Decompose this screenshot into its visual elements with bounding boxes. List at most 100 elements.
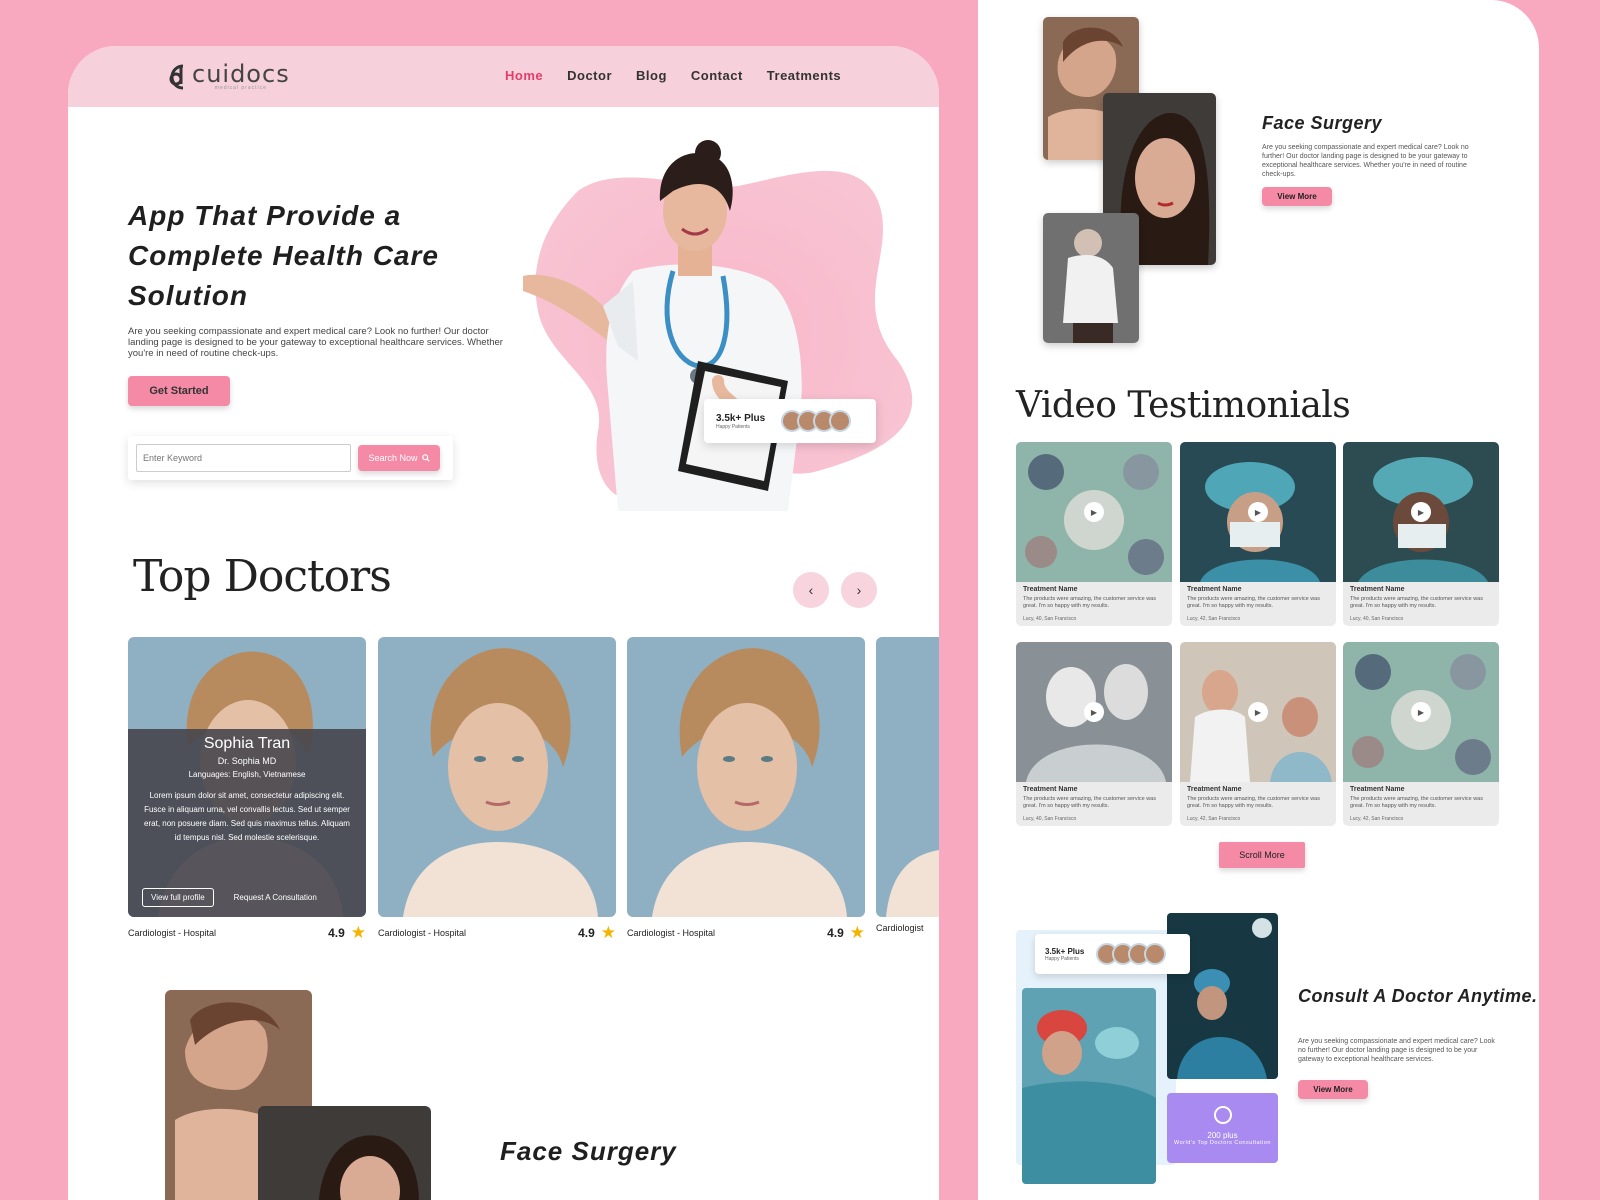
hero-doctor-illustration	[523, 140, 913, 511]
consult-view-more-button[interactable]: View More	[1298, 1080, 1368, 1099]
doctor-actions: View full profile Request A Consultation	[142, 888, 317, 907]
surgery-photo	[1022, 988, 1156, 1184]
doctor-card[interactable]	[378, 637, 616, 917]
nav-links: Home Doctor Blog Contact Treatments	[505, 68, 841, 83]
avatar	[829, 410, 852, 432]
doctor-specialty: Cardiologist - Hospital	[627, 928, 716, 938]
rating-value: 4.9	[578, 926, 595, 940]
rating-value: 4.9	[328, 926, 345, 940]
get-started-button[interactable]: Get Started	[128, 376, 230, 406]
rating-value: 4.9	[827, 926, 844, 940]
search-icon	[421, 454, 430, 462]
video-testimonial-card[interactable]: ▶ Treatment Name The products were amazi…	[1016, 642, 1172, 826]
carousel-next-button[interactable]: ›	[841, 572, 877, 608]
patients-label: Happy Patients	[1045, 955, 1079, 962]
testimonial-text: The products were amazing, the customer …	[1187, 796, 1320, 809]
testimonial-author: Lucy, 40, San Francisco	[1023, 616, 1077, 622]
testimonial-author: Lucy, 40, San Francisco	[1023, 816, 1077, 822]
treatment-name: Treatment Name	[1350, 786, 1405, 793]
star-icon: ★	[350, 923, 366, 942]
nav-home[interactable]: Home	[505, 68, 543, 83]
chevron-right-icon: ›	[856, 582, 862, 598]
play-icon[interactable]: ▶	[1084, 502, 1104, 522]
doctor-card[interactable]: Sophia Tran Dr. Sophia MD Languages: Eng…	[128, 637, 366, 917]
doctor-card[interactable]	[627, 637, 865, 917]
doctor-photo	[378, 637, 616, 917]
testimonial-author: Lucy, 40, San Francisco	[1350, 616, 1404, 622]
treatment-name: Treatment Name	[1023, 586, 1078, 593]
testimonial-author: Lucy, 42, San Francisco	[1187, 816, 1241, 822]
avatar	[1144, 943, 1167, 965]
star-icon: ★	[849, 923, 865, 942]
face-surgery-image	[1043, 213, 1139, 343]
play-icon[interactable]: ▶	[1084, 702, 1104, 722]
video-testimonials-title: Video Testimonials	[1016, 385, 1351, 426]
landing-page-left: cuidocs medical practice Home Doctor Blo…	[68, 46, 939, 1200]
face-surgery-description: Are you seeking compassionate and expert…	[1262, 144, 1469, 178]
testimonial-text: The products were amazing, the customer …	[1187, 596, 1320, 609]
nav-contact[interactable]: Contact	[691, 68, 743, 83]
doctor-photo	[876, 637, 939, 917]
doctor-meta: Cardiologist - Hospital 4.9 ★	[378, 923, 616, 943]
logo[interactable]: cuidocs medical practice	[163, 62, 290, 92]
play-icon[interactable]: ▶	[1411, 502, 1431, 522]
patients-count: 3.5k+ Plus	[1045, 946, 1085, 956]
play-icon[interactable]: ▶	[1248, 502, 1268, 522]
doctor-specialty: Cardiologist	[876, 923, 924, 933]
treatment-name: Treatment Name	[1187, 586, 1242, 593]
search-now-button[interactable]: Search Now	[358, 445, 440, 471]
top-doctors-title: Top Doctors	[133, 551, 392, 602]
play-icon[interactable]: ▶	[1248, 702, 1268, 722]
doctor-meta: Cardiologist	[876, 923, 939, 933]
hero-description: Are you seeking compassionate and expert…	[128, 326, 503, 359]
doctor-meta: Cardiologist - Hospital 4.9 ★	[627, 923, 865, 943]
scroll-more-button[interactable]: Scroll More	[1219, 842, 1305, 868]
happy-patients-card: 3.5k+ Plus Happy Patients	[1035, 934, 1190, 974]
consult-title: Consult A Doctor Anytime.	[1298, 986, 1538, 1006]
nav-treatments[interactable]: Treatments	[767, 68, 841, 83]
video-testimonial-card[interactable]: ▶ Treatment Name The products were amazi…	[1016, 442, 1172, 626]
consult-description: Are you seeking compassionate and expert…	[1298, 1038, 1495, 1063]
doctors-count: 200 plus	[1207, 1131, 1238, 1140]
testimonial-text: The products were amazing, the customer …	[1023, 596, 1156, 609]
nav-blog[interactable]: Blog	[636, 68, 667, 83]
video-testimonial-card[interactable]: ▶ Treatment Name The products were amazi…	[1180, 442, 1336, 626]
video-testimonial-card[interactable]: ▶ Treatment Name The products were amazi…	[1343, 442, 1499, 626]
patient-avatars	[781, 410, 852, 432]
brand-name: cuidocs	[192, 59, 290, 88]
face-surgery-photo	[258, 1106, 431, 1200]
doctor-specialty: Cardiologist - Hospital	[378, 928, 467, 938]
testimonial-text: The products were amazing, the customer …	[1350, 796, 1483, 809]
happy-patients-card: 3.5k+ Plus Happy Patients	[704, 399, 876, 443]
doctor-card[interactable]	[876, 637, 939, 917]
testimonial-text: The products were amazing, the customer …	[1350, 596, 1483, 609]
video-testimonial-card[interactable]: ▶ Treatment Name The products were amazi…	[1343, 642, 1499, 826]
patients-count: 3.5k+ Plus	[716, 412, 766, 424]
face-surgery-photo	[1043, 213, 1139, 343]
doctor-bio: Lorem ipsum dolor sit amet, consectetur …	[144, 791, 350, 842]
doctor-overlay: Sophia Tran Dr. Sophia MD Languages: Eng…	[128, 729, 366, 917]
patients-label: Happy Patients	[716, 423, 750, 430]
search-input[interactable]	[136, 444, 351, 472]
view-profile-button[interactable]: View full profile	[142, 888, 214, 907]
navbar: cuidocs medical practice Home Doctor Blo…	[68, 46, 939, 107]
video-testimonial-card[interactable]: ▶ Treatment Name The products were amazi…	[1180, 642, 1336, 826]
landing-page-right: Face Surgery Are you seeking compassiona…	[978, 0, 1539, 1200]
testimonial-author: Lucy, 42, San Francisco	[1187, 616, 1241, 622]
play-icon[interactable]: ▶	[1411, 702, 1431, 722]
view-more-button[interactable]: View More	[1262, 187, 1332, 206]
search-now-label: Search Now	[368, 453, 418, 463]
top-doctors-stat-card: 200 plus World's Top Doctors Consultatio…	[1167, 1093, 1278, 1163]
search-box: Search Now	[128, 436, 453, 480]
doctor-title: Dr. Sophia MD	[217, 756, 277, 766]
face-surgery-title: Face Surgery	[1262, 113, 1383, 133]
carousel-prev-button[interactable]: ‹	[793, 572, 829, 608]
treatment-name: Treatment Name	[1023, 786, 1078, 793]
chevron-left-icon: ‹	[808, 582, 814, 598]
treatment-name: Treatment Name	[1350, 586, 1405, 593]
face-surgery-title: Face Surgery	[500, 1136, 677, 1166]
request-consultation-link[interactable]: Request A Consultation	[234, 893, 317, 902]
nav-doctor[interactable]: Doctor	[567, 68, 612, 83]
doctor-meta: Cardiologist - Hospital 4.9 ★	[128, 923, 366, 943]
doctor-rating: 4.9 ★	[578, 923, 616, 943]
